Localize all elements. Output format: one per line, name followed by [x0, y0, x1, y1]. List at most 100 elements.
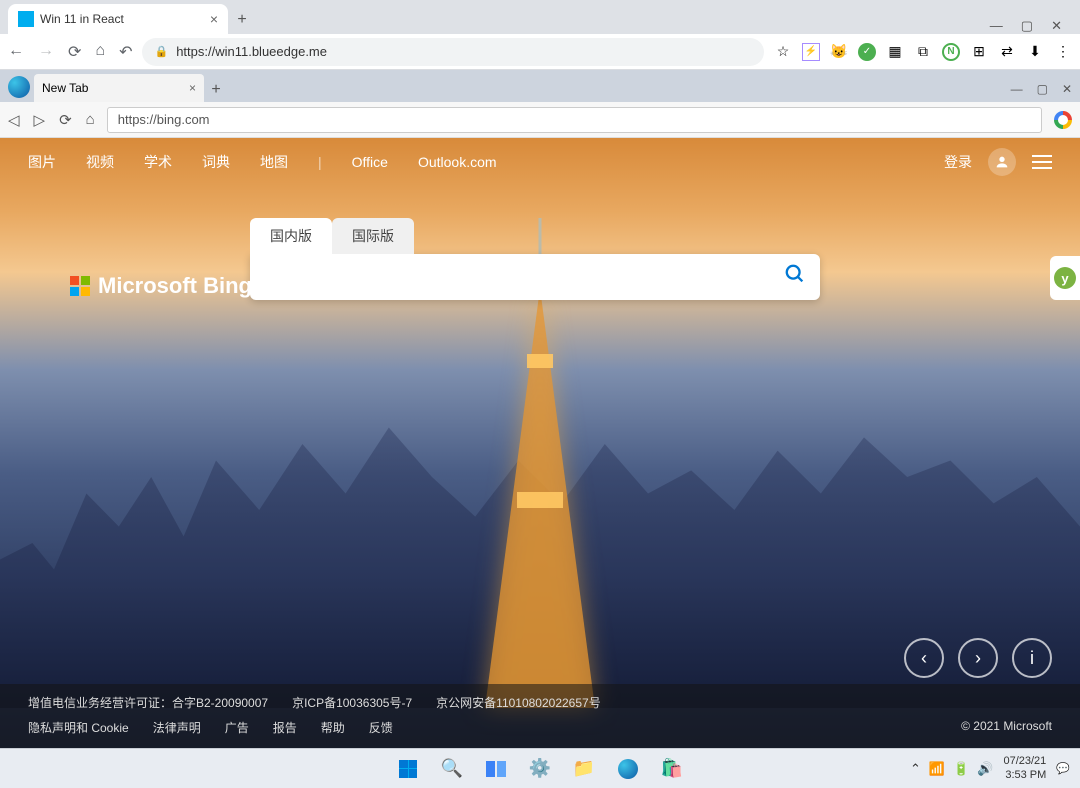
- home-button[interactable]: ⌂: [95, 42, 105, 62]
- win11-favicon: [18, 11, 34, 27]
- search-icon[interactable]: [784, 263, 806, 291]
- chrome-tab[interactable]: Win 11 in React ×: [8, 4, 228, 34]
- maximize-button[interactable]: ▢: [1021, 18, 1033, 34]
- close-icon[interactable]: ×: [189, 81, 196, 95]
- image-carousel-controls: ‹ › i: [904, 638, 1052, 678]
- hamburger-menu-icon[interactable]: [1032, 155, 1052, 169]
- footer-help[interactable]: 帮助: [321, 719, 345, 736]
- grid-ext-icon[interactable]: ▦: [886, 43, 904, 61]
- bing-search-area: Microsoft Bing 国内版 国际版: [70, 218, 820, 300]
- nav-office[interactable]: Office: [352, 154, 388, 170]
- edge-window: New Tab × + — ▢ ✕ ◁ ▷ ⟳ ⌂ https://bing.c…: [0, 70, 1080, 748]
- edge-window-controls: — ▢ ✕: [1011, 82, 1080, 102]
- taskbar-date: 07/23/21: [1003, 755, 1046, 768]
- edge-url-text: https://bing.com: [118, 112, 210, 127]
- bing-top-nav: 图片 视频 学术 词典 地图 | Office Outlook.com 登录: [0, 148, 1080, 176]
- footer-feedback[interactable]: 反馈: [369, 719, 393, 736]
- google-icon[interactable]: [1054, 111, 1072, 129]
- n-ext-icon[interactable]: N: [942, 43, 960, 61]
- forward-button[interactable]: →: [38, 42, 54, 62]
- edge-url-bar[interactable]: https://bing.com: [107, 107, 1042, 133]
- taskbar-center: 🔍 ⚙️ 📁 🛍️: [389, 753, 691, 785]
- chrome-extensions: ☆ ⚡ 😺 ✓ ▦ ⧉ N ⊞ ⇄ ⬇ ⋮: [774, 43, 1072, 61]
- minimize-button[interactable]: —: [1011, 82, 1023, 96]
- system-tray: ⌃ 📶 🔋 🔊 07/23/21 3:53 PM 💬: [910, 755, 1080, 781]
- apps-ext-icon[interactable]: ⊞: [970, 43, 988, 61]
- edge-toolbar: ◁ ▷ ⟳ ⌂ https://bing.com: [0, 102, 1080, 138]
- green-circle-ext-icon[interactable]: ✓: [858, 43, 876, 61]
- menu-icon[interactable]: ⋮: [1054, 43, 1072, 61]
- bing-footer: 增值电信业务经营许可证：合字B2-20090007 京ICP备10036305号…: [0, 684, 1080, 748]
- reload-button[interactable]: ⟳: [68, 42, 81, 62]
- maximize-button[interactable]: ▢: [1037, 82, 1048, 96]
- nav-outlook[interactable]: Outlook.com: [418, 154, 497, 170]
- chevron-up-icon[interactable]: ⌃: [910, 761, 921, 777]
- footer-legal[interactable]: 法律声明: [153, 719, 201, 736]
- settings-button[interactable]: ⚙️: [521, 753, 559, 785]
- chrome-toolbar: ← → ⟳ ⌂ ↶ 🔒 https://win11.blueedge.me ☆ …: [0, 34, 1080, 70]
- prev-image-button[interactable]: ‹: [904, 638, 944, 678]
- footer-license-1[interactable]: 增值电信业务经营许可证：合字B2-20090007: [28, 694, 268, 711]
- nav-video[interactable]: 视频: [86, 152, 114, 172]
- footer-license-2[interactable]: 京ICP备10036305号-7: [292, 694, 412, 711]
- volume-icon[interactable]: 🔊: [977, 761, 993, 777]
- footer-report[interactable]: 报告: [273, 719, 297, 736]
- notifications-icon[interactable]: 💬: [1056, 762, 1070, 775]
- minimize-button[interactable]: —: [990, 18, 1003, 34]
- battery-icon[interactable]: 🔋: [953, 761, 969, 777]
- nav-maps[interactable]: 地图: [260, 152, 288, 172]
- edge-taskbar-button[interactable]: [609, 753, 647, 785]
- chrome-omnibox[interactable]: 🔒 https://win11.blueedge.me: [142, 38, 764, 66]
- chrome-tab-title: Win 11 in React: [40, 12, 124, 26]
- chrome-url-text: https://win11.blueedge.me: [176, 44, 327, 59]
- chrome-tab-strip: Win 11 in React × + — ▢ ✕: [0, 0, 1080, 34]
- bing-homepage: 图片 视频 学术 词典 地图 | Office Outlook.com 登录 M…: [0, 138, 1080, 748]
- download-ext-icon[interactable]: ⬇: [1026, 43, 1044, 61]
- search-input[interactable]: [264, 269, 784, 286]
- user-avatar[interactable]: [988, 148, 1016, 176]
- file-explorer-button[interactable]: 📁: [565, 753, 603, 785]
- close-button[interactable]: ✕: [1051, 18, 1062, 34]
- cat-ext-icon[interactable]: 😺: [830, 43, 848, 61]
- footer-ads[interactable]: 广告: [225, 719, 249, 736]
- nav-dictionary[interactable]: 词典: [202, 152, 230, 172]
- close-icon[interactable]: ×: [210, 11, 218, 27]
- search-tabs: 国内版 国际版: [250, 218, 820, 254]
- youdao-badge[interactable]: y: [1050, 256, 1080, 300]
- edge-new-tab-button[interactable]: +: [204, 78, 228, 102]
- login-link[interactable]: 登录: [944, 152, 972, 172]
- footer-copyright: © 2021 Microsoft: [961, 719, 1052, 736]
- undo-button[interactable]: ↶: [119, 42, 132, 62]
- footer-license-3[interactable]: 京公网安备11010802022657号: [436, 694, 601, 711]
- nav-images[interactable]: 图片: [28, 152, 56, 172]
- info-button[interactable]: i: [1012, 638, 1052, 678]
- edge-tab[interactable]: New Tab ×: [34, 74, 204, 102]
- footer-privacy[interactable]: 隐私声明和 Cookie: [28, 719, 129, 736]
- arrows-ext-icon[interactable]: ⇄: [998, 43, 1016, 61]
- tab-domestic[interactable]: 国内版: [250, 218, 332, 254]
- next-image-button[interactable]: ›: [958, 638, 998, 678]
- start-button[interactable]: [389, 753, 427, 785]
- search-button[interactable]: 🔍: [433, 753, 471, 785]
- back-button[interactable]: ←: [8, 42, 24, 62]
- forward-button[interactable]: ▷: [34, 111, 46, 129]
- new-tab-button[interactable]: +: [228, 6, 256, 34]
- bolt-ext-icon[interactable]: ⚡: [802, 43, 820, 61]
- store-button[interactable]: 🛍️: [653, 753, 691, 785]
- nav-divider: |: [318, 154, 322, 170]
- taskbar-clock[interactable]: 07/23/21 3:53 PM: [1003, 755, 1046, 781]
- youdao-badge-letter: y: [1054, 267, 1076, 289]
- home-button[interactable]: ⌂: [86, 111, 95, 129]
- tab-international[interactable]: 国际版: [332, 218, 414, 254]
- close-button[interactable]: ✕: [1062, 82, 1072, 96]
- nav-academic[interactable]: 学术: [144, 152, 172, 172]
- bing-logo: Microsoft Bing: [70, 273, 252, 299]
- wifi-icon[interactable]: 📶: [929, 761, 945, 777]
- star-icon[interactable]: ☆: [774, 43, 792, 61]
- bing-logo-text: Microsoft Bing: [98, 273, 252, 299]
- chrome-window-controls: — ▢ ✕: [990, 16, 1072, 34]
- back-button[interactable]: ◁: [8, 111, 20, 129]
- task-view-button[interactable]: [477, 753, 515, 785]
- reload-button[interactable]: ⟳: [59, 111, 72, 129]
- copy-ext-icon[interactable]: ⧉: [914, 43, 932, 61]
